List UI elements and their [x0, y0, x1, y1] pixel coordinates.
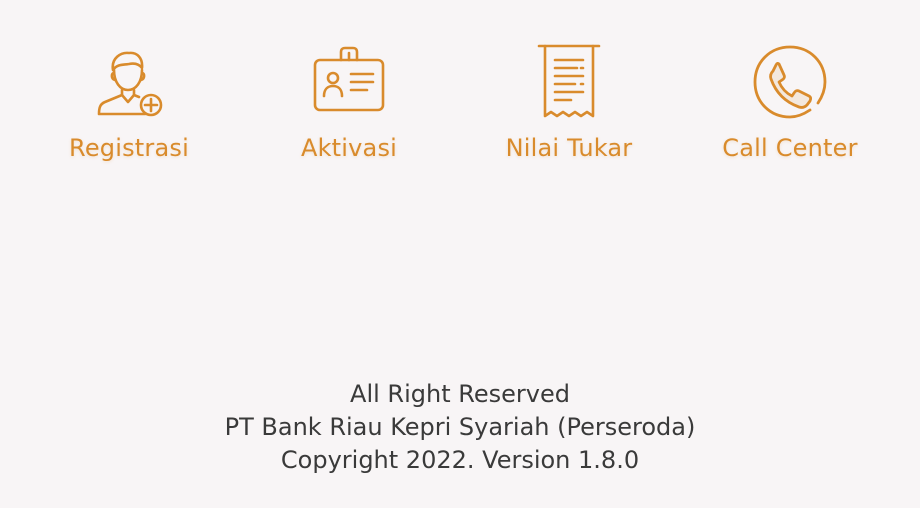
- registrasi-button[interactable]: Registrasi: [39, 40, 219, 170]
- call-center-button[interactable]: Call Center: [700, 40, 880, 170]
- user-add-icon: [87, 40, 171, 124]
- phone-icon: [748, 40, 832, 124]
- aktivasi-label: Aktivasi: [300, 134, 398, 162]
- nilai-tukar-label: Nilai Tukar: [505, 134, 633, 162]
- registrasi-label: Registrasi: [69, 134, 189, 162]
- quick-menu: Registrasi Aktivasi Nilai Tukar Call Cen…: [0, 40, 920, 170]
- copyright-version: Copyright 2022. Version 1.8.0: [280, 446, 640, 474]
- footer: All Right Reserved PT Bank Riau Kepri Sy…: [0, 378, 920, 477]
- nilai-tukar-button[interactable]: Nilai Tukar: [479, 40, 659, 170]
- company-name: PT Bank Riau Kepri Syariah (Perseroda): [224, 413, 696, 441]
- aktivasi-button[interactable]: Aktivasi: [259, 40, 439, 170]
- rights-text: All Right Reserved: [350, 380, 570, 408]
- receipt-icon: [527, 40, 611, 124]
- call-center-label: Call Center: [722, 134, 858, 162]
- id-card-icon: [307, 40, 391, 124]
